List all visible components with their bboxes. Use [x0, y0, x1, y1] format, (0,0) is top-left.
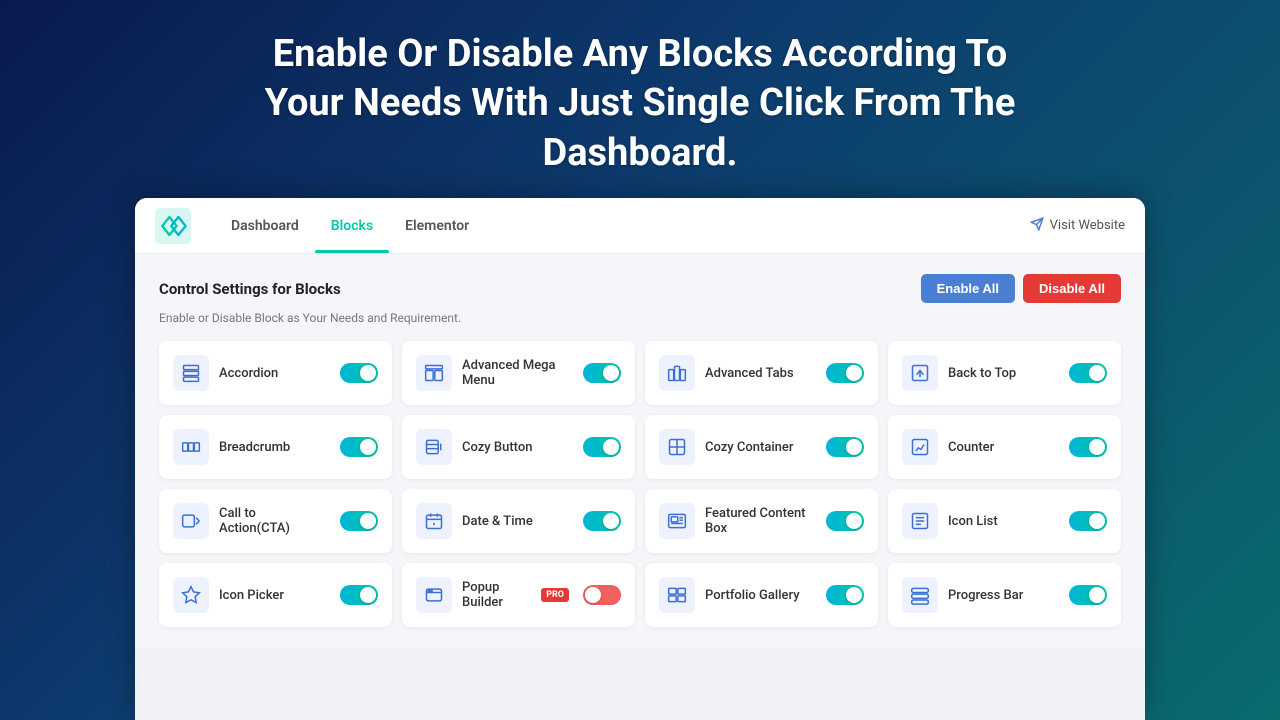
toggle-icon-picker[interactable] [340, 585, 378, 605]
progress-bar-icon [902, 577, 938, 613]
header-buttons: Enable All Disable All [921, 274, 1121, 303]
block-card-advanced-tabs: Advanced Tabs [645, 341, 878, 405]
block-name-back-to-top: Back to Top [948, 366, 1059, 381]
tab-elementor[interactable]: Elementor [389, 198, 485, 253]
advanced-tabs-icon [659, 355, 695, 391]
block-name-advanced-tabs: Advanced Tabs [705, 366, 816, 381]
blocks-grid: Accordion Advanced Mega Menu Advanced Tabs… [159, 341, 1121, 627]
tab-dashboard[interactable]: Dashboard [215, 198, 315, 253]
toggle-featured-content-box[interactable] [826, 511, 864, 531]
block-card-cozy-button: Cozy Button [402, 415, 635, 479]
block-name-featured-content-box: Featured Content Box [705, 506, 816, 536]
disable-all-button[interactable]: Disable All [1023, 274, 1121, 303]
paper-plane-icon [1030, 217, 1044, 235]
icon-picker-icon [173, 577, 209, 613]
toggle-progress-bar[interactable] [1069, 585, 1107, 605]
block-name-advanced-mega-menu: Advanced Mega Menu [462, 358, 573, 388]
block-name-counter: Counter [948, 440, 1059, 455]
block-card-breadcrumb: Breadcrumb [159, 415, 392, 479]
block-name-progress-bar: Progress Bar [948, 588, 1059, 603]
block-name-icon-picker: Icon Picker [219, 588, 330, 603]
date-time-icon [416, 503, 452, 539]
block-name-cozy-button: Cozy Button [462, 440, 573, 455]
block-name-call-to-action: Call to Action(CTA) [219, 506, 330, 536]
nav-tabs: Dashboard Blocks Elementor [215, 198, 485, 253]
toggle-icon-list[interactable] [1069, 511, 1107, 531]
accordion-icon [173, 355, 209, 391]
block-name-portfolio-gallery: Portfolio Gallery [705, 588, 816, 603]
icon-list-icon [902, 503, 938, 539]
popup-builder-icon [416, 577, 452, 613]
block-name-icon-list: Icon List [948, 514, 1059, 529]
toggle-date-time[interactable] [583, 511, 621, 531]
toggle-cozy-button[interactable] [583, 437, 621, 457]
block-card-date-time: Date & Time [402, 489, 635, 553]
nav-bar: Dashboard Blocks Elementor Visit Website [135, 198, 1145, 254]
logo [155, 208, 191, 244]
hero-section: Enable Or Disable Any Blocks According T… [240, 0, 1040, 198]
toggle-accordion[interactable] [340, 363, 378, 383]
toggle-breadcrumb[interactable] [340, 437, 378, 457]
block-card-popup-builder: Popup Builder PRO [402, 563, 635, 627]
block-name-cozy-container: Cozy Container [705, 440, 816, 455]
dashboard-panel: Dashboard Blocks Elementor Visit Website… [135, 198, 1145, 720]
tab-blocks[interactable]: Blocks [315, 198, 389, 253]
call-to-action-icon [173, 503, 209, 539]
block-card-accordion: Accordion [159, 341, 392, 405]
block-card-featured-content-box: Featured Content Box [645, 489, 878, 553]
cozy-container-icon [659, 429, 695, 465]
block-name-date-time: Date & Time [462, 514, 573, 529]
visit-website-link[interactable]: Visit Website [1030, 217, 1125, 235]
toggle-cozy-container[interactable] [826, 437, 864, 457]
cozy-button-icon [416, 429, 452, 465]
block-card-call-to-action: Call to Action(CTA) [159, 489, 392, 553]
portfolio-gallery-icon [659, 577, 695, 613]
advanced-mega-menu-icon [416, 355, 452, 391]
hero-title: Enable Or Disable Any Blocks According T… [260, 30, 1020, 178]
content-area: Control Settings for Blocks Enable All D… [135, 254, 1145, 647]
block-card-back-to-top: Back to Top [888, 341, 1121, 405]
counter-icon [902, 429, 938, 465]
block-card-cozy-container: Cozy Container [645, 415, 878, 479]
block-card-icon-picker: Icon Picker [159, 563, 392, 627]
section-title: Control Settings for Blocks [159, 280, 341, 298]
block-card-portfolio-gallery: Portfolio Gallery [645, 563, 878, 627]
toggle-back-to-top[interactable] [1069, 363, 1107, 383]
block-name-popup-builder: Popup Builder [462, 580, 531, 610]
toggle-portfolio-gallery[interactable] [826, 585, 864, 605]
toggle-counter[interactable] [1069, 437, 1107, 457]
toggle-advanced-tabs[interactable] [826, 363, 864, 383]
breadcrumb-icon [173, 429, 209, 465]
pro-badge-popup-builder: PRO [541, 588, 569, 602]
block-card-advanced-mega-menu: Advanced Mega Menu [402, 341, 635, 405]
block-card-counter: Counter [888, 415, 1121, 479]
toggle-popup-builder[interactable] [583, 585, 621, 605]
featured-content-box-icon [659, 503, 695, 539]
section-description: Enable or Disable Block as Your Needs an… [159, 311, 1121, 325]
toggle-call-to-action[interactable] [340, 511, 378, 531]
block-card-progress-bar: Progress Bar [888, 563, 1121, 627]
block-name-breadcrumb: Breadcrumb [219, 440, 330, 455]
enable-all-button[interactable]: Enable All [921, 274, 1015, 303]
section-header: Control Settings for Blocks Enable All D… [159, 274, 1121, 303]
block-name-accordion: Accordion [219, 366, 330, 381]
toggle-advanced-mega-menu[interactable] [583, 363, 621, 383]
back-to-top-icon [902, 355, 938, 391]
visit-website-label: Visit Website [1050, 218, 1125, 233]
block-card-icon-list: Icon List [888, 489, 1121, 553]
